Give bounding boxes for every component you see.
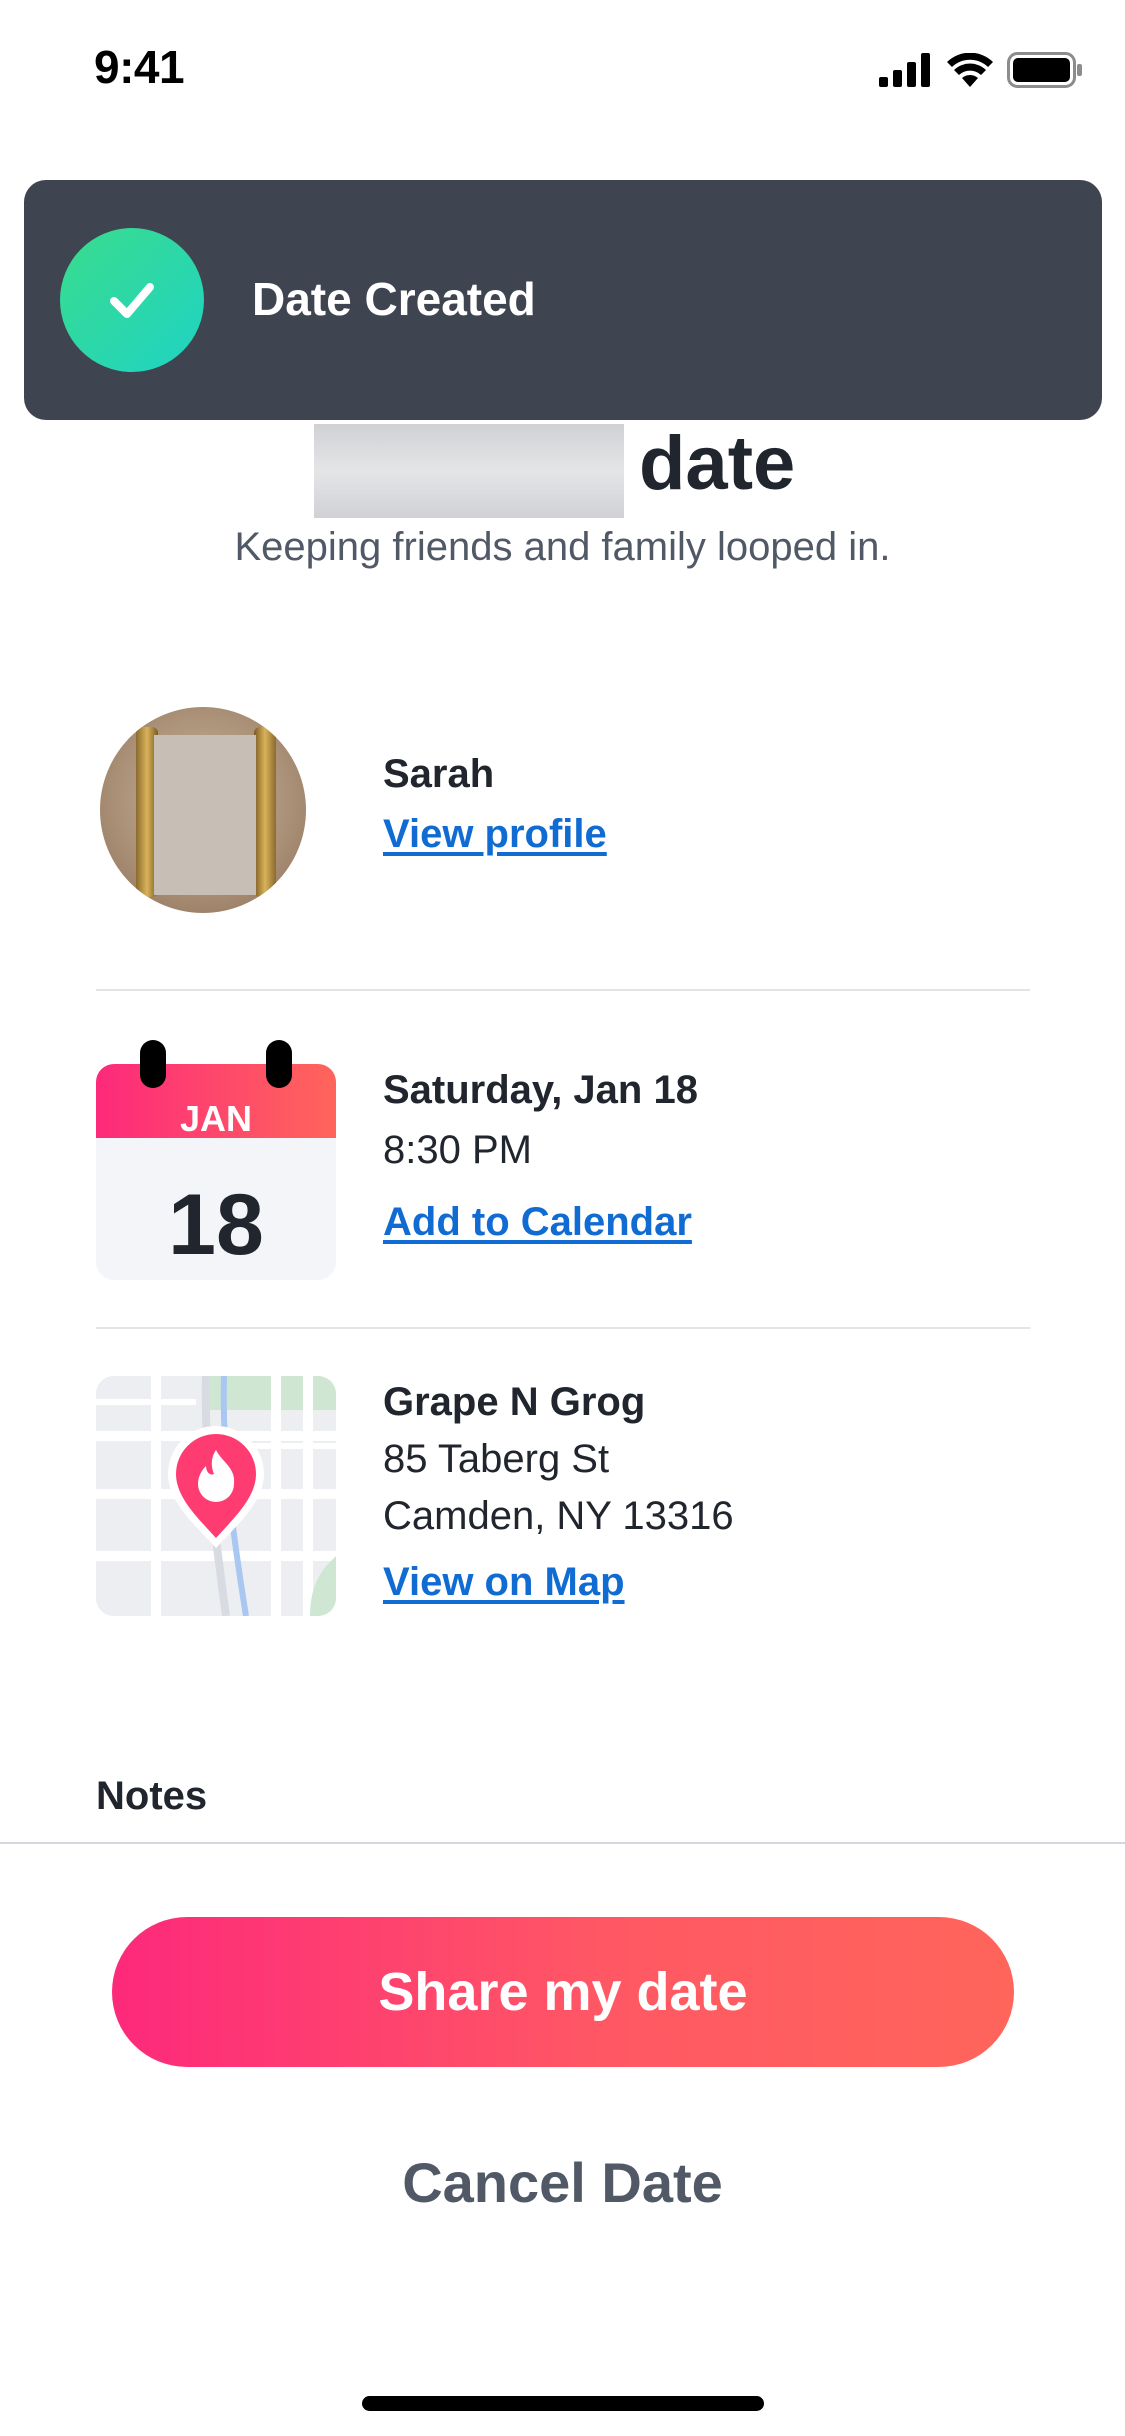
toast-title: Date Created <box>252 273 536 325</box>
venue-address-line1: 85 Taberg St <box>383 1437 610 1481</box>
page-title: date <box>639 421 796 506</box>
status-time: 9:41 <box>94 41 185 93</box>
venue-name: Grape N Grog <box>383 1380 646 1424</box>
date-created-toast[interactable]: Date Created <box>24 180 1102 420</box>
bottom-divider <box>0 1842 1125 1844</box>
venue-address-line2: Camden, NY 13316 <box>383 1494 734 1538</box>
date-day-title: Saturday, Jan 18 <box>383 1068 698 1112</box>
status-bar: 9:41 <box>0 0 1125 140</box>
calendar-ring-right <box>266 1040 292 1088</box>
checkmark-icon <box>60 228 204 372</box>
cellular-signal-icon <box>879 53 930 87</box>
battery-icon <box>1007 52 1082 88</box>
view-on-map-link[interactable]: View on Map <box>383 1560 625 1605</box>
notes-label: Notes <box>96 1774 208 1818</box>
match-name: Sarah <box>383 752 495 796</box>
add-to-calendar-link[interactable]: Add to Calendar <box>383 1200 692 1245</box>
divider <box>96 1327 1030 1329</box>
redacted-match-name <box>314 424 624 518</box>
avatar[interactable] <box>100 707 306 913</box>
calendar-month: JAN <box>179 1098 253 1139</box>
share-my-date-button[interactable]: Share my date <box>112 1917 1014 2067</box>
page-subtitle: Keeping friends and family looped in. <box>234 525 891 569</box>
date-time: 8:30 PM <box>383 1128 532 1172</box>
avatar-photo-frame-right <box>254 727 276 897</box>
view-profile-link[interactable]: View profile <box>383 812 607 857</box>
wifi-icon <box>947 53 993 87</box>
calendar-body: JAN 18 <box>96 1064 336 1280</box>
avatar-blurred-area <box>154 735 256 895</box>
divider <box>96 989 1030 991</box>
calendar-day: 18 <box>168 1177 264 1273</box>
map-thumbnail-icon[interactable] <box>96 1376 336 1616</box>
calendar-icon: JAN 18 <box>96 1040 336 1280</box>
status-icons <box>879 50 1083 90</box>
cancel-date-button[interactable]: Cancel Date <box>0 2150 1125 2215</box>
home-indicator[interactable] <box>362 2396 764 2411</box>
calendar-ring-left <box>140 1040 166 1088</box>
